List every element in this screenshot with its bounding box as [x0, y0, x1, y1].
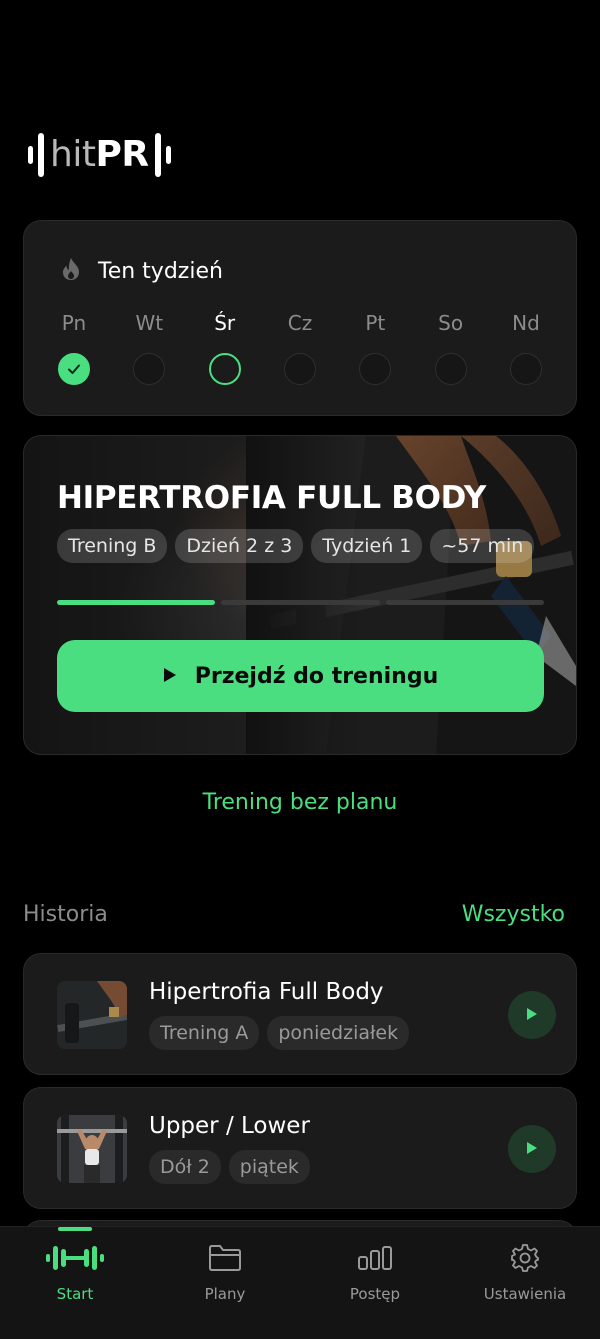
plan-chip: Trening B [57, 529, 168, 563]
history-item[interactable]: Hipertrofia Full Body Trening A poniedzi… [23, 953, 577, 1075]
history-chip: poniedziałek [267, 1016, 410, 1050]
plan-chip: Tydzień 1 [311, 529, 423, 563]
plan-progress-bar [57, 600, 544, 605]
progress-segment [385, 600, 544, 605]
day-label: Śr [214, 311, 236, 335]
nav-label: Ustawienia [483, 1285, 567, 1303]
history-item-chips: Trening A poniedziałek [149, 1016, 410, 1050]
nav-label: Plany [204, 1285, 246, 1303]
nav-label: Start [56, 1285, 94, 1303]
plan-chip: Dzień 2 z 3 [175, 529, 304, 563]
nav-active-indicator [58, 1227, 92, 1231]
logo-bars-left-icon [28, 133, 44, 177]
history-item-name: Upper / Lower [149, 1113, 310, 1139]
week-card: Ten tydzień Pn Wt Śr Cz Pt So Nd [23, 220, 577, 416]
day-label: Pt [365, 311, 386, 335]
day-empty-dot [434, 353, 467, 385]
flame-icon [60, 257, 82, 285]
go-to-training-button[interactable]: Przejdź do treningu [57, 640, 544, 712]
free-training-link[interactable]: Trening bez planu [0, 790, 600, 815]
history-chip: Dół 2 [149, 1150, 221, 1184]
day-empty-dot [283, 353, 316, 385]
nav-ustawienia[interactable]: Ustawienia [450, 1227, 600, 1339]
nav-label: Postęp [349, 1285, 401, 1303]
logo-bars-right-icon [154, 133, 171, 177]
week-days: Pn Wt Śr Cz Pt So Nd [48, 311, 552, 385]
day-label: Cz [287, 311, 313, 335]
bottom-navigation: Start Plany Postęp Ustawienia [0, 1226, 600, 1339]
day-empty-dot [133, 353, 166, 385]
plan-chip: ~57 min [430, 529, 535, 563]
history-item-name: Hipertrofia Full Body [149, 979, 384, 1005]
history-see-all-link[interactable]: Wszystko [462, 902, 565, 927]
logo-pr: PR [95, 134, 149, 175]
day-empty-dot [359, 353, 392, 385]
day-mon[interactable]: Pn [48, 311, 100, 385]
day-label: Nd [512, 311, 540, 335]
day-empty-dot [509, 353, 542, 385]
app-logo: hitPR [28, 130, 171, 180]
week-title: Ten tydzień [98, 258, 223, 284]
plan-chips: Trening B Dzień 2 z 3 Tydzień 1 ~57 min [57, 529, 535, 563]
day-sun[interactable]: Nd [500, 311, 552, 385]
nav-postep[interactable]: Postęp [300, 1227, 450, 1339]
bar-chart-icon [357, 1241, 393, 1275]
gear-icon [510, 1241, 540, 1275]
history-play-button[interactable] [508, 1125, 556, 1173]
go-to-training-label: Przejdź do treningu [194, 663, 439, 689]
play-icon [526, 1006, 538, 1025]
folder-icon [208, 1241, 242, 1275]
day-fri[interactable]: Pt [349, 311, 401, 385]
plan-title: HIPERTROFIA FULL BODY [57, 480, 486, 516]
app-screen: hitPR Ten tydzień Pn Wt Śr Cz Pt So Nd H… [0, 0, 600, 1339]
day-wed[interactable]: Śr [199, 311, 251, 385]
play-icon [526, 1140, 538, 1159]
day-label: Wt [135, 311, 164, 335]
play-icon [163, 664, 177, 689]
day-done-check-icon [58, 353, 90, 385]
progress-segment [57, 600, 216, 605]
history-thumbnail [57, 981, 127, 1049]
logo-hit: hit [50, 134, 96, 175]
nav-plany[interactable]: Plany [150, 1227, 300, 1339]
history-item[interactable]: Upper / Lower Dół 2 piątek [23, 1087, 577, 1209]
current-plan-card[interactable]: HIPERTROFIA FULL BODY Trening B Dzień 2 … [23, 435, 577, 755]
history-item-chips: Dół 2 piątek [149, 1150, 310, 1184]
history-chip: piątek [228, 1150, 310, 1184]
day-tue[interactable]: Wt [123, 311, 175, 385]
history-thumbnail [57, 1115, 127, 1183]
day-label: So [438, 311, 464, 335]
day-thu[interactable]: Cz [274, 311, 326, 385]
week-header: Ten tydzień [60, 257, 223, 285]
history-title: Historia [23, 902, 108, 927]
day-current-dot [208, 353, 241, 385]
progress-segment [221, 600, 380, 605]
nav-start[interactable]: Start [0, 1227, 150, 1339]
logo-text: hitPR [50, 137, 149, 173]
dumbbell-icon [46, 1241, 104, 1275]
history-chip: Trening A [149, 1016, 260, 1050]
day-label: Pn [61, 311, 87, 335]
history-play-button[interactable] [508, 991, 556, 1039]
day-sat[interactable]: So [425, 311, 477, 385]
